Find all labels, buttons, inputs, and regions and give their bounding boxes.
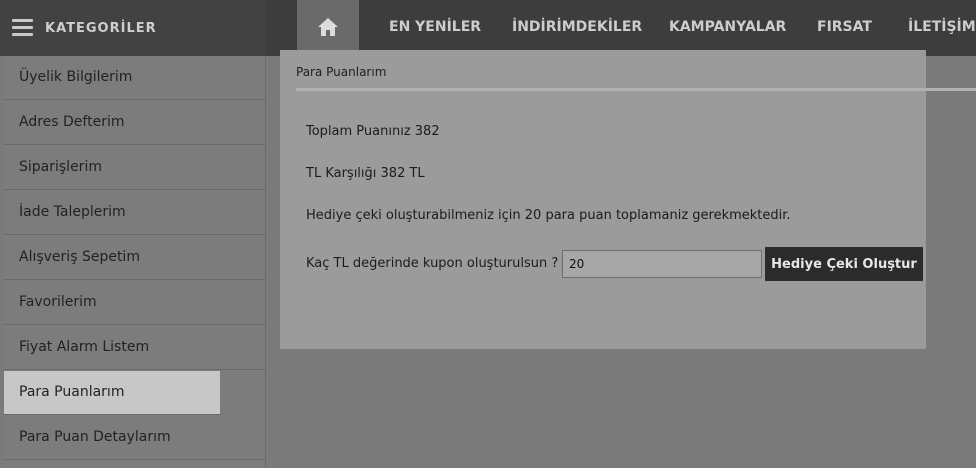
nav-kampanyalar[interactable]: KAMPANYALAR: [669, 19, 786, 35]
sidebar-item-iade-taleplerim[interactable]: İade Taleplerim: [4, 191, 265, 235]
sidebar-item-label: Favorilerim: [19, 294, 97, 310]
sidebar-item-siparislerim[interactable]: Siparişlerim: [4, 146, 265, 190]
sidebar-item-adres-defterim[interactable]: Adres Defterim: [4, 101, 265, 145]
home-icon: [318, 18, 338, 36]
total-points-text: Toplam Puanınız 382: [306, 124, 440, 139]
coupon-amount-label: Kaç TL değerinde kupon oluşturulsun ?: [306, 256, 559, 271]
sidebar-item-para-puan-detaylarim[interactable]: Para Puan Detaylarım: [4, 416, 265, 460]
home-button[interactable]: [297, 0, 359, 56]
sidebar-item-label: Siparişlerim: [19, 159, 102, 175]
sidebar: Üyelik Bilgilerim Adres Defterim Sipariş…: [4, 56, 265, 468]
hamburger-menu-icon[interactable]: [12, 19, 33, 36]
categories-title: KATEGORİLER: [45, 21, 157, 36]
sidebar-item-label: Üyelik Bilgilerim: [19, 69, 133, 85]
points-panel: Para Puanlarım Toplam Puanınız 382 TL Ka…: [280, 50, 976, 349]
create-gift-voucher-button[interactable]: Hediye Çeki Oluştur: [765, 247, 923, 281]
nav-indirimdekiler[interactable]: İNDİRİMDEKİLER: [512, 19, 642, 35]
sidebar-item-uyelik-bilgilerim[interactable]: Üyelik Bilgilerim: [4, 56, 265, 100]
tl-equivalent-text: TL Karşılığı 382 TL: [306, 166, 425, 181]
sidebar-item-favorilerim[interactable]: Favorilerim: [4, 281, 265, 325]
gift-voucher-info-text: Hediye çeki oluşturabilmeniz için 20 par…: [306, 208, 791, 223]
sidebar-item-alisveris-sepetim[interactable]: Alışveriş Sepetim: [4, 236, 265, 280]
sidebar-item-label: İade Taleplerim: [19, 204, 126, 220]
top-nav-bar: KATEGORİLER EN YENİLER İNDİRİMDEKİLER KA…: [0, 0, 976, 56]
sidebar-item-label: Fiyat Alarm Listem: [19, 339, 150, 355]
sidebar-divider: [265, 56, 266, 468]
nav-en-yeniler[interactable]: EN YENİLER: [389, 19, 481, 35]
nav-iletisim[interactable]: İLETİŞİM: [908, 19, 976, 35]
nav-firsat[interactable]: FIRSAT: [817, 19, 872, 35]
categories-menu-toggle[interactable]: KATEGORİLER: [0, 0, 265, 56]
sidebar-item-para-puanlarim[interactable]: Para Puanlarım: [4, 371, 220, 415]
sidebar-item-label: Alışveriş Sepetim: [19, 249, 140, 265]
sidebar-item-label: Para Puanlarım: [19, 384, 125, 400]
sidebar-item-fiyat-alarm-listem[interactable]: Fiyat Alarm Listem: [4, 326, 265, 370]
sidebar-item-label: Para Puan Detaylarım: [19, 429, 171, 445]
coupon-amount-input[interactable]: [562, 250, 762, 278]
panel-title: Para Puanlarım: [296, 65, 387, 79]
panel-divider: [296, 88, 976, 91]
sidebar-item-label: Adres Defterim: [19, 114, 125, 130]
